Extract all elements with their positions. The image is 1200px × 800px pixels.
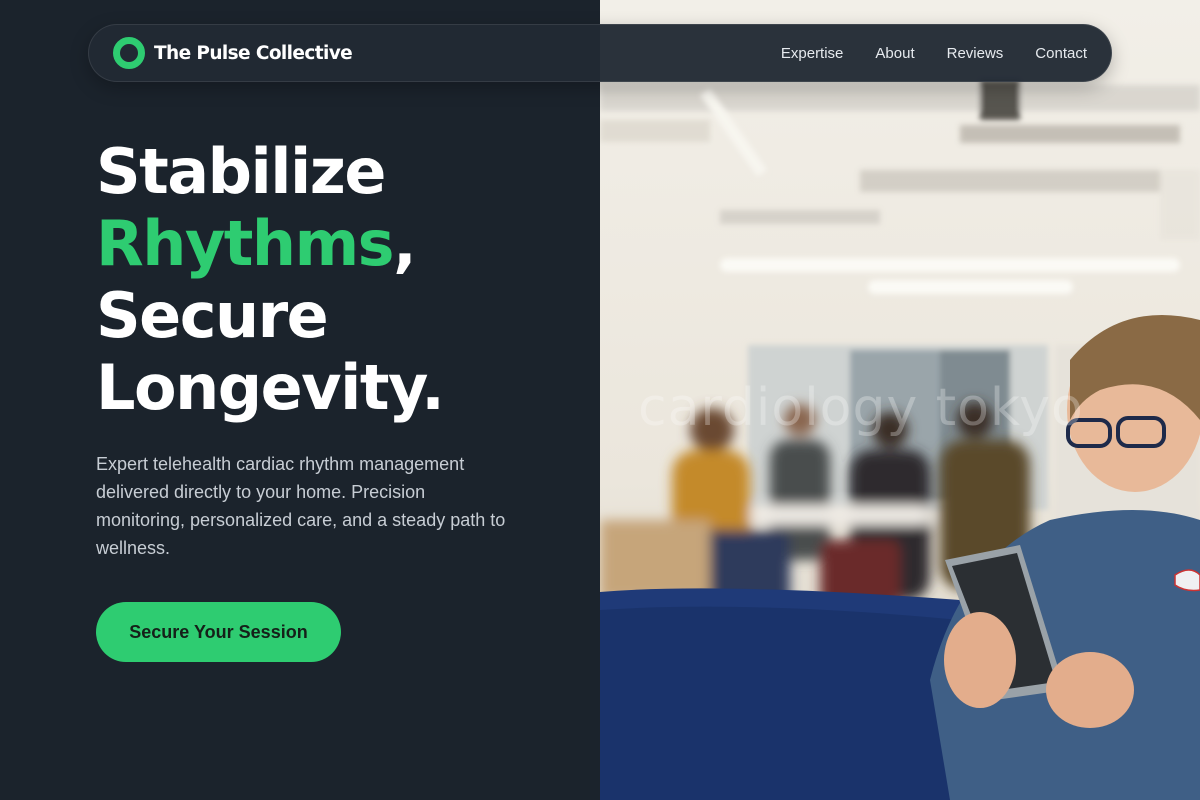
top-navbar: The Pulse Collective Expertise About Rev…	[88, 24, 1112, 82]
secure-session-button[interactable]: Secure Your Session	[96, 602, 341, 662]
hero-description: Expert telehealth cardiac rhythm managem…	[96, 454, 506, 558]
nav-link-contact[interactable]: Contact	[1035, 45, 1087, 62]
headline-line-2: Rhythms,	[96, 208, 576, 280]
nav-links: Expertise About Reviews Contact	[781, 45, 1087, 62]
nav-link-about[interactable]: About	[875, 45, 914, 62]
brand-home-link[interactable]: The Pulse Collective	[113, 37, 353, 69]
photo-watermark: cardiology tokyo	[638, 378, 1084, 438]
headline-line-1: Stabilize	[96, 135, 386, 208]
headline-accent-word: Rhythms	[96, 207, 395, 280]
hero-photo: cardiology tokyo	[600, 0, 1200, 800]
hero-headline: Stabilize Rhythms, Secure Longevity.	[96, 136, 576, 424]
brand-name: The Pulse Collective	[154, 42, 353, 64]
nav-link-reviews[interactable]: Reviews	[947, 45, 1004, 62]
pulse-ring-logo-icon	[113, 37, 145, 69]
headline-line-4: Longevity.	[96, 351, 445, 424]
nav-link-expertise[interactable]: Expertise	[781, 45, 844, 62]
headline-line-3: Secure	[96, 279, 329, 352]
headline-comma: ,	[393, 207, 417, 280]
